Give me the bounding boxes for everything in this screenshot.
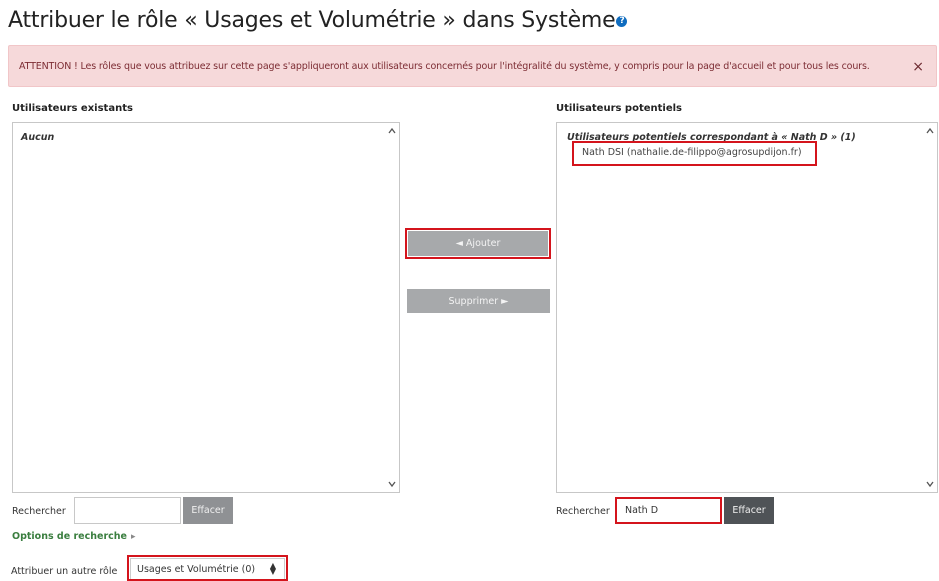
add-button-highlight (405, 228, 551, 259)
warning-alert: ATTENTION ! Les rôles que vous attribuez… (8, 45, 937, 87)
existing-users-listbox[interactable]: Aucun (12, 122, 400, 493)
potential-users-listbox[interactable]: Utilisateurs potentiels correspondant à … (556, 122, 938, 493)
page-title-text: Attribuer le rôle « Usages et Volumétrie… (8, 8, 616, 33)
page-title: Attribuer le rôle « Usages et Volumétrie… (8, 8, 628, 33)
question-circle-icon[interactable]: ? (616, 15, 628, 27)
scroll-up-icon[interactable] (926, 127, 934, 135)
potential-search-label: Rechercher (556, 506, 610, 517)
scroll-down-icon[interactable] (388, 480, 396, 488)
existing-clear-button[interactable]: Effacer (183, 497, 233, 524)
potential-clear-button[interactable]: Effacer (724, 497, 774, 524)
scroll-down-icon[interactable] (926, 480, 934, 488)
search-options-label[interactable]: Options de recherche (12, 531, 127, 542)
role-select-highlight (127, 555, 288, 581)
potential-users-title: Utilisateurs potentiels (556, 103, 683, 114)
remove-button[interactable]: Supprimer ► (407, 289, 550, 313)
empty-option: Aucun (21, 132, 55, 143)
close-icon[interactable]: × (912, 60, 924, 74)
existing-users-scrollbar[interactable] (385, 123, 399, 492)
potential-users-scrollbar[interactable] (923, 123, 937, 492)
chevron-right-icon[interactable]: ▸ (131, 532, 136, 542)
existing-users-title: Utilisateurs existants (12, 103, 133, 114)
user-option-highlight (572, 141, 817, 166)
warning-alert-text: ATTENTION ! Les rôles que vous attribuez… (19, 60, 870, 72)
existing-search-label: Rechercher (12, 506, 66, 517)
potential-search-input[interactable]: Nath D (615, 497, 722, 524)
existing-search-input[interactable] (74, 497, 181, 524)
other-role-label: Attribuer un autre rôle (11, 566, 118, 577)
scroll-up-icon[interactable] (388, 127, 396, 135)
search-options-link[interactable]: Options de recherche ▸ (12, 531, 136, 542)
